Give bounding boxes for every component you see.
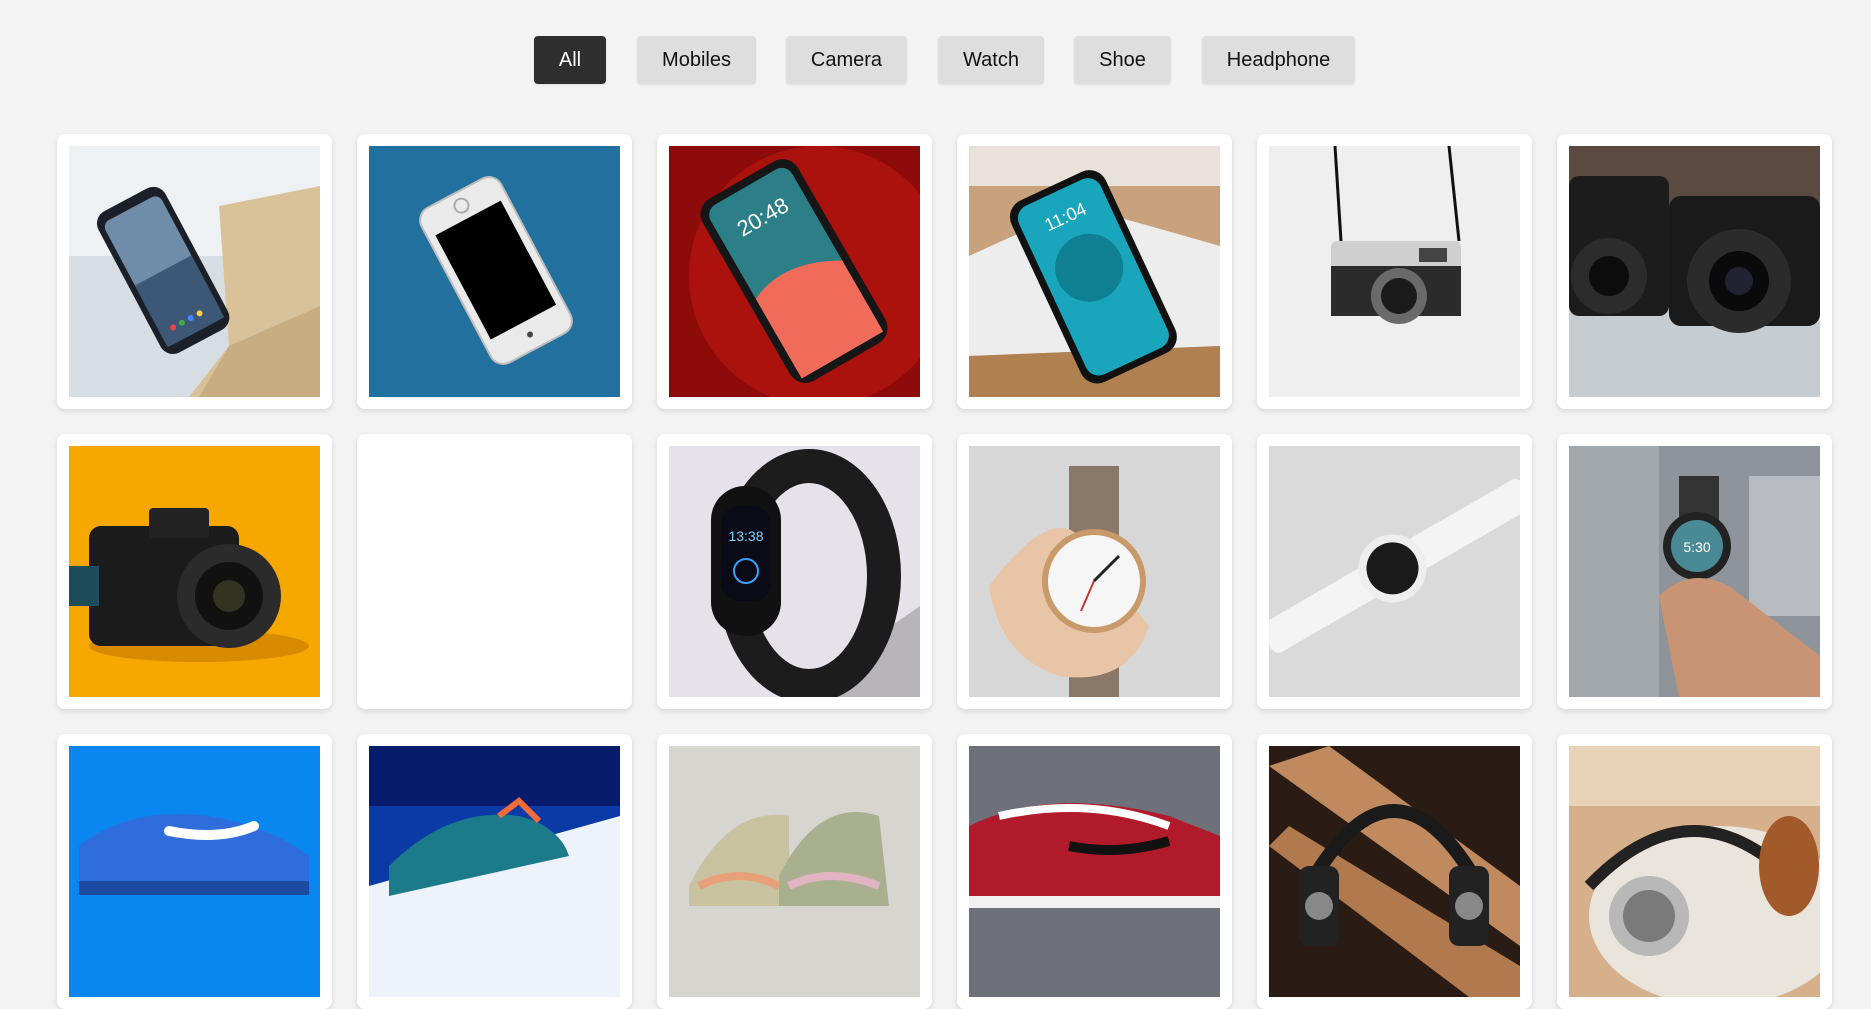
product-card[interactable] <box>1557 134 1832 409</box>
product-card[interactable]: 5:30 <box>1557 434 1832 709</box>
iphone-on-red-background-image: 20:48 <box>669 146 920 397</box>
filter-mobiles-button[interactable]: Mobiles <box>637 36 756 84</box>
filter-shoe-button[interactable]: Shoe <box>1074 36 1171 84</box>
filter-all-button[interactable]: All <box>534 36 606 84</box>
white-iphone-on-blue-carpet-image <box>369 146 620 397</box>
product-card[interactable] <box>1257 434 1532 709</box>
product-card[interactable] <box>1257 134 1532 409</box>
brown-headphones-image <box>1569 746 1820 997</box>
filter-camera-button[interactable]: Camera <box>786 36 907 84</box>
rangefinder-camera-image <box>1269 146 1520 397</box>
svg-text:5:30: 5:30 <box>1683 539 1710 555</box>
product-card[interactable] <box>1557 734 1832 1009</box>
product-card[interactable] <box>957 434 1232 709</box>
hand-with-smartwatch-image: 5:30 <box>1569 446 1820 697</box>
product-card[interactable] <box>357 734 632 1009</box>
product-card[interactable]: 11:04 <box>957 134 1232 409</box>
iphone-on-box-image: 11:04 <box>969 146 1220 397</box>
white-smartwatch-image <box>1269 446 1520 697</box>
product-card[interactable] <box>57 434 332 709</box>
product-card[interactable]: 20:48 <box>657 134 932 409</box>
pastel-sneakers-image <box>669 746 920 997</box>
product-card[interactable] <box>657 734 932 1009</box>
filter-watch-button[interactable]: Watch <box>938 36 1044 84</box>
category-filter-bar: All Mobiles Camera Watch Shoe Headphone <box>0 36 1871 84</box>
teal-sneaker-image <box>369 746 620 997</box>
blank-image <box>369 446 620 697</box>
canon-dslr-on-orange-image <box>69 446 320 697</box>
blue-sneaker-image <box>69 746 320 997</box>
two-canon-dslr-image <box>1569 146 1820 397</box>
svg-text:13:38: 13:38 <box>728 528 763 544</box>
fitness-band-image: 13:38 <box>669 446 920 697</box>
filter-headphone-button[interactable]: Headphone <box>1202 36 1355 84</box>
product-card[interactable] <box>57 734 332 1009</box>
product-card[interactable] <box>357 134 632 409</box>
product-card[interactable] <box>1257 734 1532 1009</box>
hand-holding-watch-image <box>969 446 1220 697</box>
product-card[interactable] <box>57 134 332 409</box>
product-card[interactable] <box>957 734 1232 1009</box>
red-black-sneaker-image <box>969 746 1220 997</box>
smartphone-on-table-image <box>69 146 320 397</box>
product-card[interactable] <box>357 434 632 709</box>
headphones-on-wood-image <box>1269 746 1520 997</box>
product-card[interactable]: 13:38 <box>657 434 932 709</box>
